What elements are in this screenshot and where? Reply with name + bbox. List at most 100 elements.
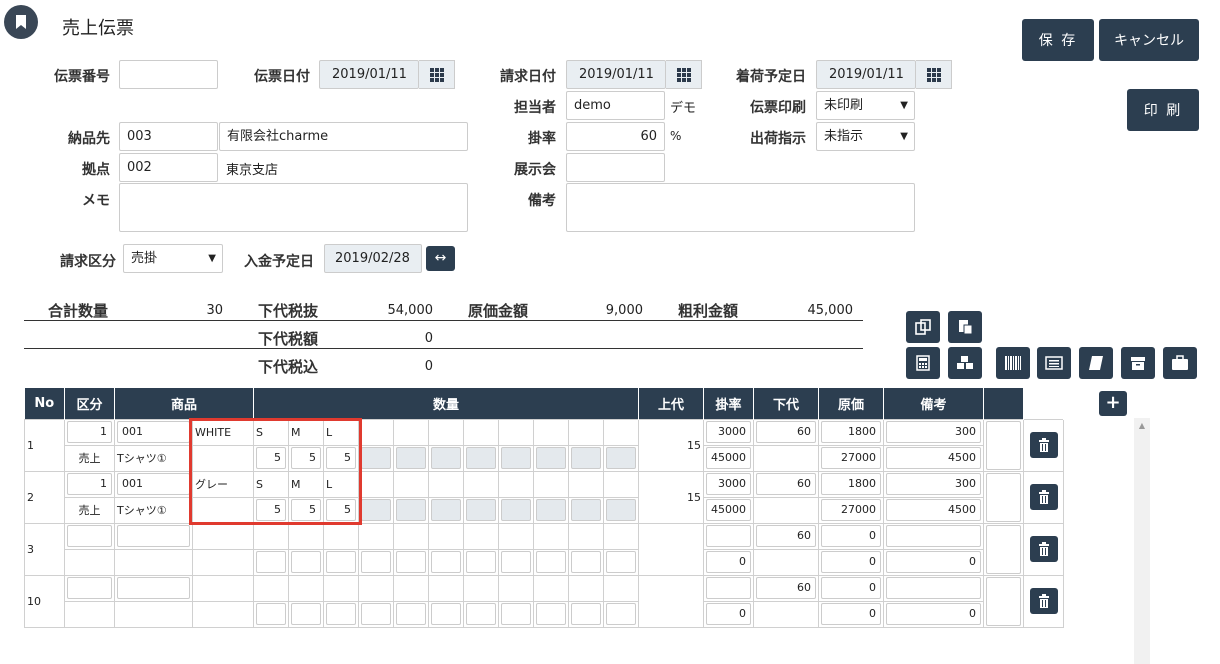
qty-input[interactable] bbox=[361, 447, 391, 469]
item-code-input[interactable]: 001 bbox=[117, 421, 190, 443]
archive-icon[interactable] bbox=[1121, 347, 1155, 379]
book-icon[interactable] bbox=[1079, 347, 1113, 379]
qty-input[interactable] bbox=[501, 447, 531, 469]
genka-amount-input[interactable]: 0 bbox=[886, 551, 981, 573]
gedai-amount-input[interactable]: 27000 bbox=[821, 499, 881, 521]
qty-input[interactable] bbox=[501, 499, 531, 521]
calculator-icon[interactable] bbox=[906, 347, 940, 379]
jodai-input[interactable] bbox=[706, 525, 751, 547]
chakuni-date-input[interactable]: 2019/01/11 bbox=[816, 60, 916, 89]
qty-input[interactable] bbox=[431, 603, 461, 625]
qty-input[interactable] bbox=[326, 551, 356, 573]
qty-input[interactable] bbox=[571, 447, 601, 469]
qty-input[interactable] bbox=[466, 499, 496, 521]
calendar-icon[interactable] bbox=[419, 60, 455, 89]
qty-input[interactable] bbox=[396, 551, 426, 573]
qty-input[interactable] bbox=[256, 603, 286, 625]
genka-input[interactable]: 300 bbox=[886, 473, 981, 495]
memo-textarea[interactable] bbox=[119, 183, 468, 232]
print-status-select[interactable]: 未印刷 ▼ bbox=[816, 91, 915, 120]
genka-input[interactable] bbox=[886, 577, 981, 599]
qty-input[interactable] bbox=[361, 551, 391, 573]
jodai-input[interactable] bbox=[706, 577, 751, 599]
item-code-input[interactable]: 001 bbox=[117, 473, 190, 495]
biko-textarea[interactable] bbox=[566, 183, 915, 232]
qty-input[interactable] bbox=[396, 603, 426, 625]
qty-input[interactable] bbox=[536, 447, 566, 469]
gedai-input[interactable]: 0 bbox=[821, 577, 881, 599]
gedai-amount-input[interactable]: 27000 bbox=[821, 447, 881, 469]
rate-input[interactable]: 60 bbox=[756, 525, 816, 547]
trash-icon[interactable] bbox=[1029, 588, 1058, 614]
tenjikai-input[interactable] bbox=[566, 153, 665, 182]
qty-input[interactable] bbox=[571, 551, 601, 573]
gedai-input[interactable]: 0 bbox=[821, 525, 881, 547]
rate-input[interactable]: 60 bbox=[756, 473, 816, 495]
paste-icon[interactable] bbox=[948, 311, 982, 343]
qty-input[interactable] bbox=[361, 603, 391, 625]
qty-input[interactable] bbox=[571, 603, 601, 625]
save-button[interactable]: 保 存 bbox=[1022, 19, 1094, 61]
qty-input[interactable] bbox=[606, 499, 636, 521]
gedai-amount-input[interactable]: 0 bbox=[821, 551, 881, 573]
qty-input[interactable] bbox=[361, 499, 391, 521]
denpyo-date-input[interactable]: 2019/01/11 bbox=[319, 60, 419, 89]
genka-amount-input[interactable]: 4500 bbox=[886, 499, 981, 521]
row-biko-textarea[interactable] bbox=[986, 420, 1021, 470]
qty-input[interactable] bbox=[431, 499, 461, 521]
gedai-amount-input[interactable]: 0 bbox=[821, 603, 881, 625]
qty-input[interactable] bbox=[466, 447, 496, 469]
nohin-name-input[interactable]: 有限会社charme bbox=[219, 122, 468, 151]
swap-arrows-icon[interactable]: ↔ bbox=[426, 246, 455, 271]
qty-input[interactable] bbox=[396, 499, 426, 521]
qty-input[interactable] bbox=[466, 551, 496, 573]
kubun-code-input[interactable] bbox=[67, 525, 112, 547]
genka-amount-input[interactable]: 4500 bbox=[886, 447, 981, 469]
qty-input[interactable] bbox=[291, 551, 321, 573]
row-biko-textarea[interactable] bbox=[986, 472, 1021, 522]
cancel-button[interactable]: キャンセル bbox=[1099, 19, 1199, 61]
denpyo-no-input[interactable] bbox=[119, 60, 218, 89]
qty-input[interactable] bbox=[291, 603, 321, 625]
genka-input[interactable] bbox=[886, 525, 981, 547]
jodai-amount-input[interactable]: 45000 bbox=[706, 447, 751, 469]
barcode-icon[interactable] bbox=[996, 347, 1030, 379]
trash-icon[interactable] bbox=[1029, 536, 1058, 562]
nohin-code-input[interactable]: 003 bbox=[119, 122, 218, 151]
bookmark-icon[interactable] bbox=[4, 5, 38, 39]
row-biko-textarea[interactable] bbox=[986, 576, 1021, 626]
trash-icon[interactable] bbox=[1029, 432, 1058, 458]
jodai-amount-input[interactable]: 45000 bbox=[706, 499, 751, 521]
jodai-amount-input[interactable]: 0 bbox=[706, 603, 751, 625]
genka-amount-input[interactable]: 0 bbox=[886, 603, 981, 625]
jodai-input[interactable]: 3000 bbox=[706, 473, 751, 495]
kubun-code-input[interactable] bbox=[67, 577, 112, 599]
qty-input[interactable] bbox=[466, 603, 496, 625]
kyoten-code-input[interactable]: 002 bbox=[119, 153, 218, 182]
rate-input[interactable]: 60 bbox=[756, 421, 816, 443]
qty-input[interactable] bbox=[606, 551, 636, 573]
ship-select[interactable]: 未指示 ▼ bbox=[816, 122, 915, 151]
qty-input[interactable] bbox=[326, 603, 356, 625]
print-button[interactable]: 印 刷 bbox=[1127, 89, 1199, 131]
qty-input[interactable] bbox=[431, 551, 461, 573]
qty-input[interactable] bbox=[431, 447, 461, 469]
qty-input[interactable] bbox=[396, 447, 426, 469]
qty-input[interactable] bbox=[501, 551, 531, 573]
jodai-amount-input[interactable]: 0 bbox=[706, 551, 751, 573]
row-biko-textarea[interactable] bbox=[986, 524, 1021, 574]
qty-input[interactable] bbox=[256, 551, 286, 573]
trash-icon[interactable] bbox=[1029, 484, 1058, 510]
add-row-button[interactable]: + bbox=[1099, 391, 1127, 416]
calendar-icon[interactable] bbox=[666, 60, 702, 89]
scrollbar[interactable]: ▲ bbox=[1134, 418, 1150, 664]
copy-icon[interactable] bbox=[906, 311, 940, 343]
kubun-code-input[interactable]: 1 bbox=[67, 473, 112, 495]
qty-input[interactable] bbox=[606, 603, 636, 625]
seikyu-date-input[interactable]: 2019/01/11 bbox=[566, 60, 666, 89]
cubes-icon[interactable] bbox=[948, 347, 982, 379]
seikyu-kubun-select[interactable]: 売掛 ▼ bbox=[123, 244, 223, 273]
qty-input[interactable] bbox=[501, 603, 531, 625]
rate-input[interactable]: 60 bbox=[566, 122, 665, 151]
item-code-input[interactable] bbox=[117, 577, 190, 599]
